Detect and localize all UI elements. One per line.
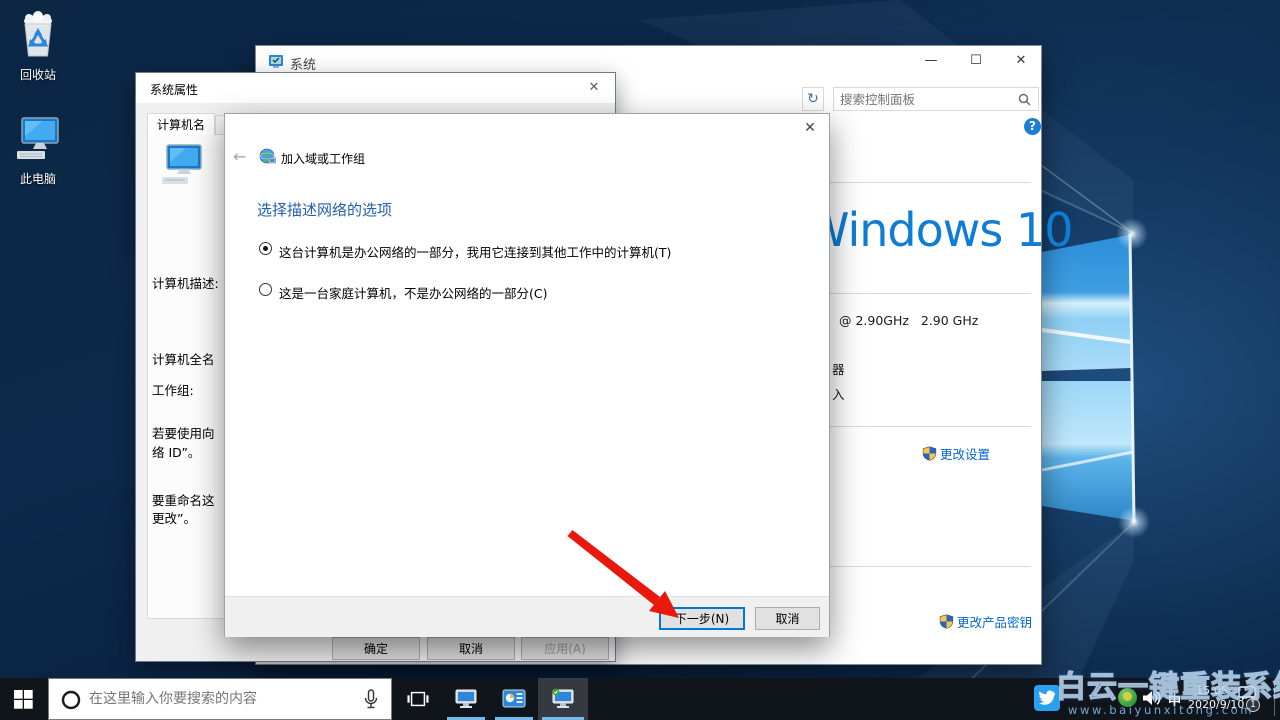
control-panel-search[interactable]: [833, 87, 1039, 111]
radio-office-network[interactable]: 这台计算机是办公网络的一部分，我用它连接到其他工作中的计算机(T): [259, 242, 671, 261]
control-panel-app-icon: [502, 687, 526, 711]
close-button[interactable]: ✕: [1006, 53, 1036, 68]
tray-clock[interactable]: 15:05 2020/9/10: [1188, 684, 1236, 712]
change-settings-link[interactable]: 更改设置: [922, 444, 990, 463]
taskbar-app-system-properties[interactable]: [442, 678, 490, 720]
recycle-bin-icon: [14, 8, 62, 60]
desktop-icon-this-pc[interactable]: 此电脑: [0, 112, 76, 187]
hint-network-id-line1: 若要使用向: [152, 423, 215, 442]
wizard-cancel-button-label: 取消: [775, 610, 799, 627]
cancel-button[interactable]: 取消: [427, 637, 515, 660]
recycle-bin-label: 回收站: [0, 66, 76, 83]
cancel-button-label: 取消: [459, 640, 483, 657]
wizard-titlebar[interactable]: ✕: [225, 114, 829, 144]
taskbar-search[interactable]: [48, 678, 392, 720]
computer-icon: [160, 143, 206, 195]
change-settings-label: 更改设置: [940, 444, 990, 463]
wizard-heading: 选择描述网络的选项: [257, 199, 392, 220]
system-app-icon: [551, 687, 575, 711]
hint-network-id-line2: 络 ID”。: [152, 442, 200, 461]
search-icon: [1018, 93, 1031, 106]
hint-rename-line1: 要重命名这: [152, 490, 215, 509]
help-button[interactable]: ?: [1024, 118, 1041, 135]
tray-twitter-icon[interactable]: [1034, 685, 1060, 711]
wizard-footer: 下一步(N) 取消: [225, 596, 829, 637]
desktop-icon-recycle-bin[interactable]: 回收站: [0, 8, 76, 83]
radio-home-computer[interactable]: 这是一台家庭计算机，不是办公网络的一部分(C): [259, 283, 547, 302]
windows-logo-icon: [14, 690, 33, 709]
tab-computer-name[interactable]: 计算机名: [147, 113, 215, 135]
bird-icon: [1038, 690, 1056, 706]
label-workgroup: 工作组:: [152, 380, 194, 399]
taskbar: 中 15:05 2020/9/10 1: [0, 678, 1280, 720]
notification-badge: 1: [1246, 698, 1260, 712]
system-properties-title: 系统属性: [150, 81, 198, 98]
tray-date: 2020/9/10: [1188, 698, 1236, 712]
clipped-text-1: 器: [832, 359, 845, 378]
tray-time: 15:05: [1188, 684, 1236, 698]
apply-button-label: 应用(A): [544, 640, 586, 657]
start-button[interactable]: [0, 678, 48, 720]
system-properties-app-icon: [454, 687, 478, 711]
microphone-icon[interactable]: [363, 689, 379, 711]
task-view-icon: [407, 688, 429, 710]
windows10-text: Windows 10: [804, 203, 1073, 257]
uac-shield-icon: [922, 446, 937, 461]
ime-indicator[interactable]: 中: [1168, 690, 1181, 709]
close-icon[interactable]: ✕: [581, 80, 607, 95]
wizard-cancel-button[interactable]: 取消: [755, 607, 820, 630]
next-button[interactable]: 下一步(N): [659, 607, 745, 630]
hint-rename-line2: 更改”。: [152, 508, 196, 527]
tab-computer-name-label: 计算机名: [157, 118, 205, 132]
close-icon[interactable]: ✕: [797, 120, 823, 136]
radio-unselected-icon[interactable]: [259, 283, 272, 296]
cortana-icon: [61, 690, 81, 710]
maximize-button[interactable]: ☐: [961, 53, 991, 68]
wizard-title: 加入域或工作组: [281, 150, 365, 167]
join-domain-wizard: ✕ ← 加入域或工作组 选择描述网络的选项 这台计算机是办公网络的一部分，我用它…: [224, 113, 830, 637]
change-product-key-label: 更改产品密钥: [957, 612, 1032, 631]
radio-selected-icon[interactable]: [259, 242, 272, 255]
system-window-title: 系统: [290, 54, 316, 73]
system-properties-titlebar[interactable]: 系统属性 ✕: [136, 73, 615, 103]
label-computer-description: 计算机描述:: [152, 273, 219, 292]
system-window-icon: [268, 54, 284, 70]
taskbar-search-input[interactable]: [89, 688, 359, 710]
this-pc-icon: [13, 112, 63, 164]
control-panel-search-input[interactable]: [840, 90, 1010, 108]
clipped-text-2: 入: [832, 384, 845, 403]
change-product-key-link[interactable]: 更改产品密钥: [939, 612, 1032, 631]
taskbar-app-system-active[interactable]: [538, 678, 588, 720]
volume-icon[interactable]: [1142, 689, 1162, 707]
radio-home-computer-label: 这是一台家庭计算机，不是办公网络的一部分(C): [279, 283, 547, 302]
ok-button-label: 确定: [364, 640, 388, 657]
task-view-button[interactable]: [398, 678, 438, 720]
uac-shield-icon: [939, 614, 954, 629]
show-desktop-button[interactable]: [1274, 682, 1275, 716]
taskbar-app-control-panel[interactable]: [490, 678, 538, 720]
apply-button[interactable]: 应用(A): [521, 637, 609, 660]
back-button[interactable]: ←: [233, 147, 246, 166]
next-button-label: 下一步(N): [675, 610, 729, 627]
radio-office-network-label: 这台计算机是办公网络的一部分，我用它连接到其他工作中的计算机(T): [279, 242, 671, 261]
join-domain-icon: [259, 148, 276, 165]
tray-app-icon[interactable]: [1118, 688, 1137, 707]
desktop: 回收站 此电脑 系统 — ☐ ✕: [0, 0, 1280, 720]
ok-button[interactable]: 确定: [332, 637, 420, 660]
refresh-button[interactable]: ↻: [802, 87, 824, 111]
this-pc-label: 此电脑: [0, 170, 76, 187]
minimize-button[interactable]: —: [916, 53, 946, 68]
label-computer-full-name: 计算机全名: [152, 349, 215, 368]
cpu-spec-text: @ 2.90GHz 2.90 GHz: [839, 313, 978, 328]
